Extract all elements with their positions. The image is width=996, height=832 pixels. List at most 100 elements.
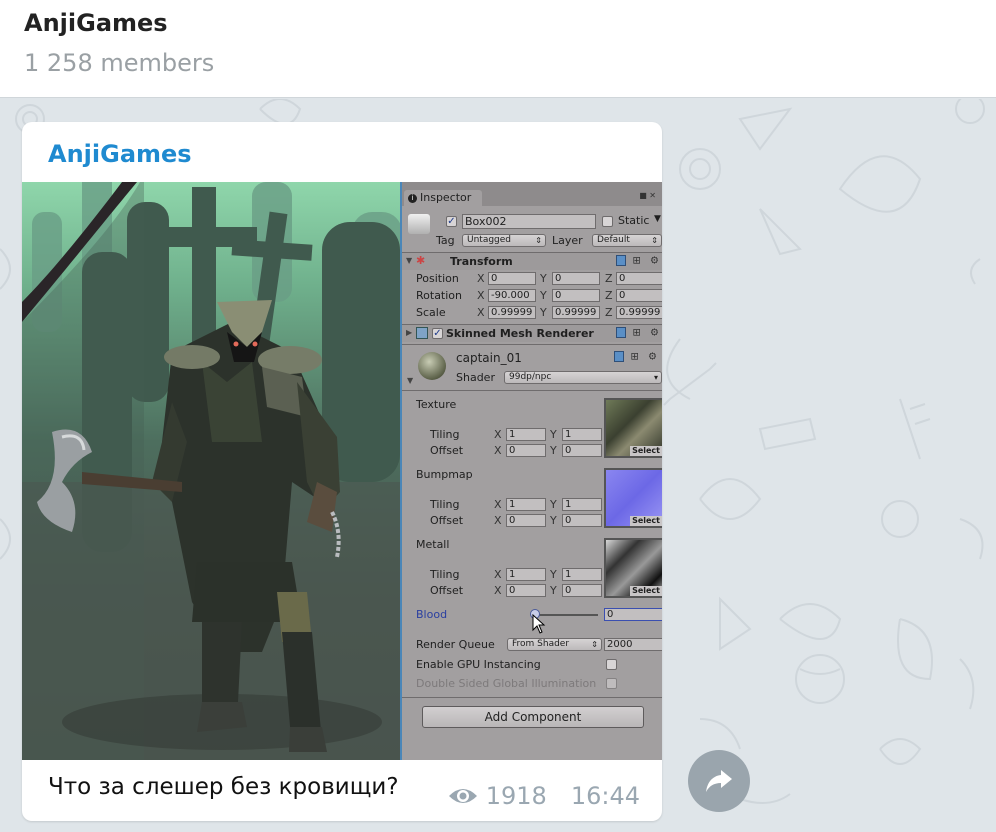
rotation-z-field[interactable]: 0	[616, 289, 662, 302]
gpu-instancing-checkbox[interactable]	[606, 659, 617, 670]
foldout-arrow-icon[interactable]: ▶	[406, 328, 412, 337]
metall-label: Metall	[416, 538, 450, 551]
message-bubble[interactable]: AnjiGames i Inspector ■ ✕ ✓ Box002 Stati…	[22, 122, 662, 821]
scale-label: Scale	[416, 306, 446, 319]
gpu-instancing-label: Enable GPU Instancing	[416, 658, 541, 671]
y-axis-label: Y	[540, 272, 547, 285]
message-caption: Что за слешер без кровищи?	[48, 774, 399, 800]
skinned-mesh-renderer-header[interactable]: ▶ ✓ Skinned Mesh Renderer ⊞ ⚙	[402, 325, 662, 342]
y-axis-label: Y	[540, 289, 547, 302]
texture-offset-x[interactable]: 0	[506, 444, 546, 457]
metall-offset-x[interactable]: 0	[506, 584, 546, 597]
layer-dropdown[interactable]: Default ⇕	[592, 234, 662, 247]
x-axis-label: X	[494, 568, 502, 581]
metall-select-button[interactable]: Select	[630, 586, 662, 596]
static-label: Static	[618, 214, 650, 227]
unity-inspector-panel: i Inspector ■ ✕ ✓ Box002 Static ▼ Tag Unt…	[400, 182, 662, 760]
texture-tiling-x[interactable]: 1	[506, 428, 546, 441]
static-checkbox[interactable]	[602, 216, 613, 227]
bumpmap-tiling-y[interactable]: 1	[562, 498, 602, 511]
tag-label: Tag	[436, 234, 455, 247]
texture-label: Texture	[416, 398, 457, 411]
forward-button[interactable]	[688, 750, 750, 812]
add-component-button[interactable]: Add Component	[422, 706, 644, 728]
rotation-y-field[interactable]: 0	[552, 289, 600, 302]
transform-axis-icon: ✱	[416, 254, 426, 267]
layer-label: Layer	[552, 234, 583, 247]
material-name: captain_01	[456, 351, 522, 365]
game-scene-art	[22, 182, 400, 760]
metall-thumbnail[interactable]: Select	[604, 538, 662, 598]
shader-dropdown[interactable]: 99dp/npc ▾	[504, 371, 662, 384]
skinned-mesh-enabled-checkbox[interactable]: ✓	[432, 328, 443, 339]
message-author[interactable]: AnjiGames	[48, 140, 192, 168]
tab-inspector[interactable]: i Inspector	[404, 190, 482, 206]
transform-header[interactable]: ▼ ✱ Transform ⊞ ⚙	[402, 253, 662, 270]
z-axis-label: Z	[605, 272, 613, 285]
foldout-arrow-icon[interactable]: ▼	[407, 376, 413, 385]
x-axis-label: X	[477, 272, 485, 285]
render-queue-dropdown[interactable]: From Shader ⇕	[507, 638, 602, 651]
scale-x-field[interactable]: 0.99999	[488, 306, 536, 319]
x-axis-label: X	[477, 289, 485, 302]
bumpmap-offset-y[interactable]: 0	[562, 514, 602, 527]
static-dropdown-arrow[interactable]: ▼	[654, 214, 661, 224]
message-meta: 1918 16:44	[448, 782, 640, 810]
bumpmap-select-button[interactable]: Select	[630, 516, 662, 526]
blood-value-field[interactable]: 0	[604, 608, 662, 621]
tag-dropdown[interactable]: Untagged ⇕	[462, 234, 546, 247]
double-sided-gi-label: Double Sided Global Illumination	[416, 677, 597, 690]
help-book-icon[interactable]	[616, 255, 627, 266]
eye-icon	[448, 789, 477, 803]
render-queue-label: Render Queue	[416, 638, 495, 651]
metall-tiling-y[interactable]: 1	[562, 568, 602, 581]
y-axis-label: Y	[550, 568, 557, 581]
x-axis-label: X	[494, 514, 502, 527]
bumpmap-offset-x[interactable]: 0	[506, 514, 546, 527]
x-axis-label: X	[494, 498, 502, 511]
material-tools[interactable]: ⊞ ⚙	[614, 351, 660, 363]
component-tools[interactable]: ⊞ ⚙	[616, 327, 662, 339]
texture-thumbnail[interactable]: Select	[604, 398, 662, 458]
object-name-field[interactable]: Box002	[462, 214, 596, 229]
scale-z-field[interactable]: 0.99999	[616, 306, 662, 319]
texture-offset-y[interactable]: 0	[562, 444, 602, 457]
bumpmap-thumbnail[interactable]: Select	[604, 468, 662, 528]
metall-tiling-x[interactable]: 1	[506, 568, 546, 581]
layer-value: Default	[597, 235, 630, 245]
bumpmap-tiling-x[interactable]: 1	[506, 498, 546, 511]
inspector-tab-bar: i Inspector ■ ✕	[402, 182, 662, 206]
position-x-field[interactable]: 0	[488, 272, 536, 285]
texture-select-button[interactable]: Select	[630, 446, 662, 456]
component-tools[interactable]: ⊞ ⚙	[616, 255, 662, 267]
shader-label: Shader	[456, 371, 495, 384]
scale-y-field[interactable]: 0.99999	[552, 306, 600, 319]
x-axis-label: X	[494, 428, 502, 441]
texture-tiling-y[interactable]: 1	[562, 428, 602, 441]
object-active-checkbox[interactable]: ✓	[446, 216, 457, 227]
help-book-icon[interactable]	[614, 351, 625, 362]
z-axis-label: Z	[605, 306, 613, 319]
blood-label: Blood	[416, 608, 448, 621]
position-z-field[interactable]: 0	[616, 272, 662, 285]
mesh-renderer-icon	[416, 327, 428, 339]
offset-label: Offset	[430, 444, 464, 457]
x-axis-label: X	[477, 306, 485, 319]
message-photo[interactable]: i Inspector ■ ✕ ✓ Box002 Static ▼ Tag Unt…	[22, 182, 662, 760]
lock-icon[interactable]: ■ ✕	[639, 191, 656, 200]
help-book-icon[interactable]	[616, 327, 627, 338]
message-time: 16:44	[570, 782, 640, 810]
chat-title[interactable]: AnjiGames	[24, 9, 168, 37]
rotation-x-field[interactable]: -90.000	[488, 289, 536, 302]
position-label: Position	[416, 272, 459, 285]
chat-header[interactable]: AnjiGames 1 258 members	[0, 0, 996, 98]
tiling-label: Tiling	[430, 568, 460, 581]
offset-label: Offset	[430, 584, 464, 597]
render-queue-value-field[interactable]: 2000	[604, 638, 662, 651]
metall-offset-y[interactable]: 0	[562, 584, 602, 597]
divider	[402, 344, 662, 345]
info-icon: i	[408, 193, 417, 203]
position-y-field[interactable]: 0	[552, 272, 600, 285]
foldout-arrow-icon[interactable]: ▼	[406, 256, 412, 265]
z-axis-label: Z	[605, 289, 613, 302]
